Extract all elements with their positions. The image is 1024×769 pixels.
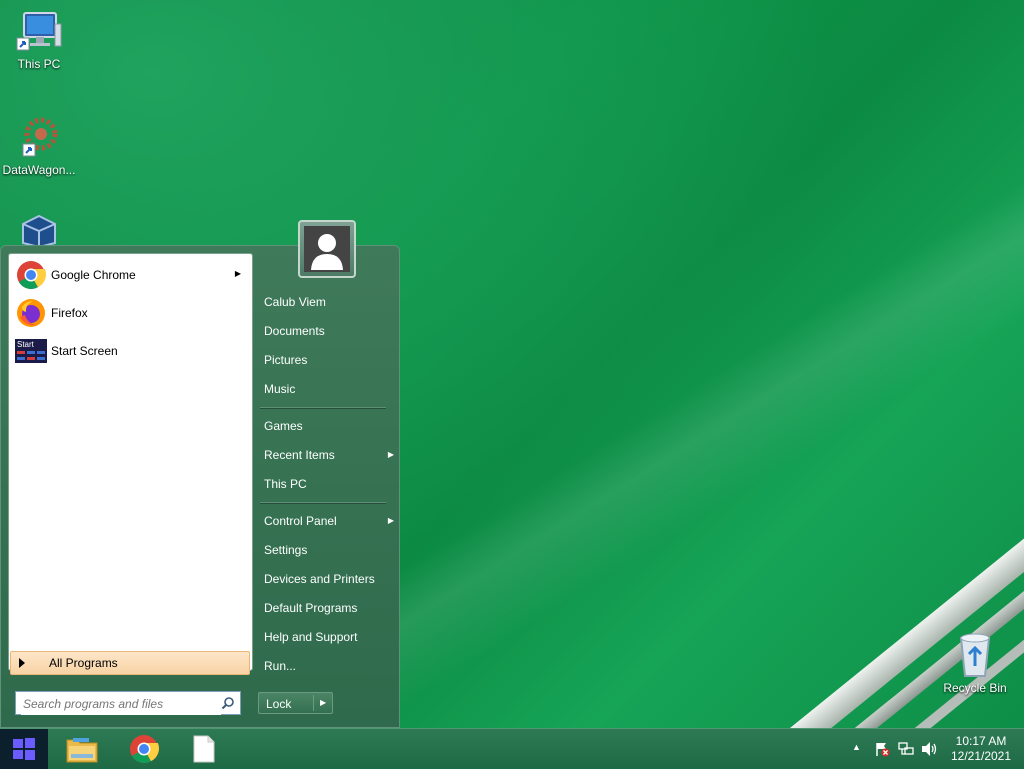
start-right-item-pictures[interactable]: Pictures <box>262 349 394 371</box>
right-item-label: Devices and Printers <box>264 572 375 586</box>
start-right-item-recent-items[interactable]: Recent Items ▶ <box>262 444 394 466</box>
menu-separator <box>260 407 386 409</box>
desktop-icon-datawagon[interactable]: DataWagon... <box>1 114 77 177</box>
start-right-item-devices-and-printers[interactable]: Devices and Printers <box>262 568 394 590</box>
start-button[interactable] <box>0 729 48 769</box>
program-item-label: Start Screen <box>51 344 118 358</box>
svg-text:Start: Start <box>17 340 35 349</box>
clock-time: 10:17 AM <box>955 734 1007 748</box>
desktop-icon-label: DataWagon... <box>2 163 76 177</box>
right-item-label: Run... <box>264 659 297 673</box>
recycle-bin-icon <box>959 633 991 677</box>
start-right-item-control-panel[interactable]: Control Panel ▶ <box>262 510 394 532</box>
power-options-arrow-icon[interactable]: ▶ <box>320 698 326 707</box>
clock-date: 12/21/2021 <box>950 749 1012 763</box>
search-icon[interactable] <box>221 696 235 713</box>
computer-icon <box>16 12 62 51</box>
right-item-label: Help and Support <box>264 630 358 644</box>
start-right-item-settings[interactable]: Settings <box>262 539 394 561</box>
taskbar-google-chrome[interactable] <box>120 729 168 769</box>
taskbar-file-explorer[interactable] <box>58 729 106 769</box>
start-search-box[interactable] <box>15 691 241 715</box>
start-right-item-music[interactable]: Music <box>262 378 394 400</box>
button-divider <box>313 695 314 711</box>
blank-document-icon <box>193 735 215 763</box>
right-item-label: Settings <box>264 543 308 557</box>
submenu-arrow-icon: ▶ <box>234 269 241 278</box>
all-programs-button[interactable]: All Programs <box>10 651 250 675</box>
right-item-label: Control Panel <box>264 514 337 528</box>
network-icon[interactable] <box>898 741 914 760</box>
desktop-icon-recycle-bin[interactable]: Recycle Bin <box>937 630 1013 695</box>
firefox-icon <box>15 297 47 329</box>
submenu-arrow-icon: ▶ <box>387 516 394 525</box>
lock-button-label: Lock <box>266 697 292 711</box>
program-item-google-chrome[interactable]: Google Chrome ▶ <box>13 258 249 292</box>
right-item-label: Pictures <box>264 353 308 367</box>
submenu-arrow-icon: ▶ <box>387 450 394 459</box>
right-item-label: Recent Items <box>264 448 335 462</box>
desktop-icon-virtualbox[interactable] <box>1 213 77 247</box>
datawagon-icon <box>22 117 58 157</box>
chrome-icon <box>130 735 159 763</box>
start-right-item-default-programs[interactable]: Default Programs <box>262 597 394 619</box>
start-screen-icon: Start <box>15 335 47 367</box>
taskbar-blank-document[interactable] <box>180 729 228 769</box>
right-item-label: Games <box>264 419 303 433</box>
right-item-label: Calub Viem <box>264 295 326 309</box>
desktop-icon-this-pc[interactable]: This PC <box>1 10 77 71</box>
start-right-item-help-and-support[interactable]: Help and Support <box>262 626 394 648</box>
start-right-item-this-pc[interactable]: This PC <box>262 473 394 495</box>
program-item-start-screen[interactable]: Start Start Screen <box>13 334 249 368</box>
taskbar-clock[interactable]: 10:17 AM 12/21/2021 <box>944 734 1018 764</box>
user-picture[interactable] <box>298 220 356 278</box>
show-hidden-icons[interactable]: ▲ <box>852 742 861 752</box>
start-menu-programs-pane: Google Chrome ▶ Firefox Start Start Scre… <box>8 253 253 671</box>
file-explorer-icon <box>66 738 98 763</box>
all-programs-label: All Programs <box>49 656 118 670</box>
program-item-label: Google Chrome <box>51 268 136 282</box>
right-item-label: Documents <box>264 324 325 338</box>
virtualbox-icon <box>22 214 56 247</box>
search-input[interactable] <box>21 693 221 715</box>
expand-arrow-icon <box>19 658 25 668</box>
start-right-item-run[interactable]: Run... <box>262 655 394 677</box>
lock-button[interactable]: Lock ▶ <box>258 692 333 714</box>
right-item-label: Default Programs <box>264 601 358 615</box>
windows-logo-icon <box>13 738 35 760</box>
program-item-firefox[interactable]: Firefox <box>13 296 249 330</box>
volume-icon[interactable] <box>921 741 939 760</box>
start-right-item-documents[interactable]: Documents <box>262 320 394 342</box>
menu-separator <box>260 502 386 504</box>
action-center-flag-icon[interactable] <box>874 741 890 760</box>
right-item-label: Music <box>264 382 296 396</box>
user-avatar-icon <box>304 226 350 272</box>
desktop-icon-label: Recycle Bin <box>943 681 1007 695</box>
right-item-label: This PC <box>264 477 307 491</box>
start-right-item-games[interactable]: Games <box>262 415 394 437</box>
taskbar: ▲ 10:17 AM 12/21/2021 <box>0 728 1024 769</box>
start-right-item-user-folder[interactable]: Calub Viem <box>262 291 394 313</box>
program-item-label: Firefox <box>51 306 88 320</box>
desktop-icon-label: This PC <box>17 57 61 71</box>
chrome-icon <box>15 259 47 291</box>
